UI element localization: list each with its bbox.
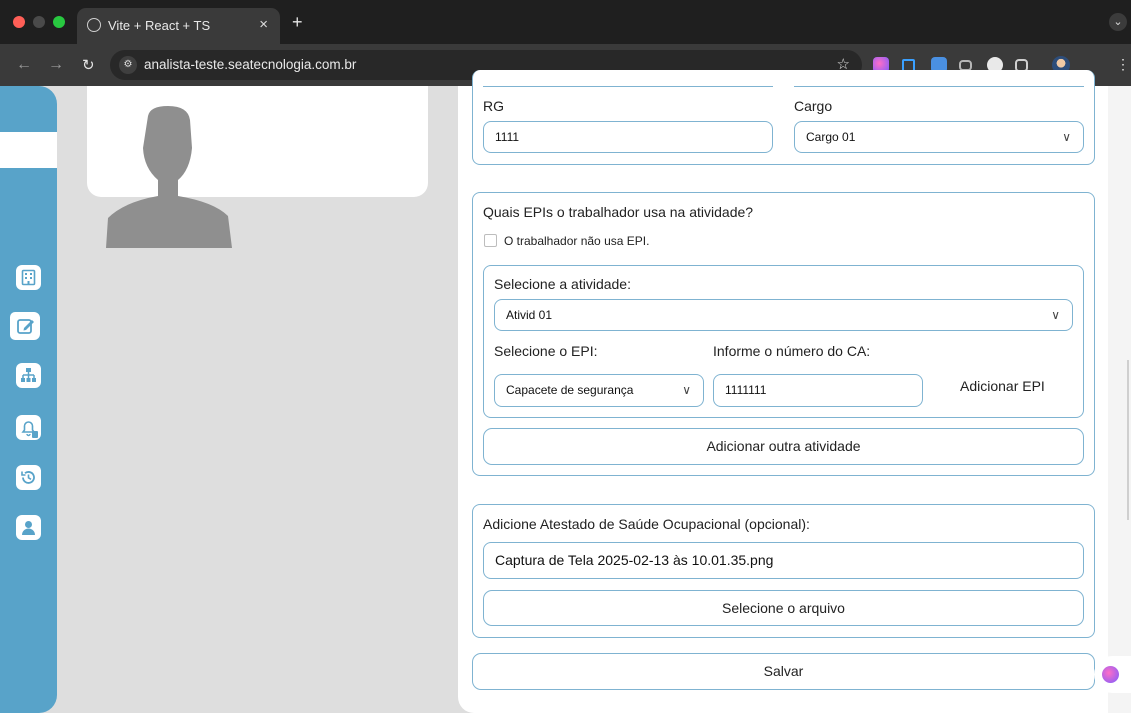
chevron-down-icon: ∨ [1062,130,1071,144]
previous-field-bottom [483,86,773,87]
sidebar-item-notifications[interactable] [16,415,41,440]
tab-close-icon[interactable]: × [259,16,268,33]
add-activity-button[interactable]: Adicionar outra atividade [483,428,1084,465]
cargo-label: Cargo [794,98,833,114]
activity-label: Selecione a atividade: [494,276,631,292]
scrollbar-thumb[interactable] [1127,360,1129,520]
sidebar-item-history[interactable] [16,465,41,490]
previous-field-bottom [794,86,1084,87]
save-button[interactable]: Salvar [472,653,1095,690]
browser-tab-bar: Vite + React + TS × + ⌄ [0,0,1131,44]
floating-extension-button[interactable] [1094,656,1131,693]
address-url: analista-teste.seatecnologia.com.br [144,57,357,72]
maximize-window-icon[interactable] [53,16,65,28]
sidebar-item-edit[interactable] [10,312,40,340]
aso-file-name: Captura de Tela 2025-02-13 às 10.01.35.p… [483,542,1084,579]
epi-select[interactable]: Capacete de segurança ∨ [494,374,704,407]
history-icon [21,471,35,484]
sidebar-divider [0,132,57,168]
close-window-icon[interactable] [13,16,25,28]
browser-menu-icon[interactable]: ⋮ [1116,56,1130,73]
sidebar-item-profile[interactable] [16,515,41,540]
chevron-down-icon: ∨ [1051,308,1060,322]
tab-title: Vite + React + TS [108,18,211,33]
minimize-window-icon[interactable] [33,16,45,28]
rg-label: RG [483,98,504,114]
building-icon [21,269,36,286]
no-epi-label: O trabalhador não usa EPI. [504,234,650,248]
epi-select-value: Capacete de segurança [506,383,634,397]
browser-tab[interactable]: Vite + React + TS × [77,8,280,44]
site-settings-icon[interactable]: ⚙ [119,56,137,74]
activity-select[interactable]: Ativid 01 ∨ [494,299,1073,331]
aso-label: Adicione Atestado de Saúde Ocupacional (… [483,516,810,532]
edit-icon [17,319,34,334]
no-epi-checkbox[interactable] [484,234,497,247]
globe-icon [87,18,101,32]
ca-label: Informe o número do CA: [713,343,871,359]
reload-icon[interactable]: ↻ [82,56,95,74]
sidebar-item-companies[interactable] [16,265,41,290]
chevron-down-icon: ∨ [682,383,691,397]
brain-extension-icon [1102,666,1119,683]
back-icon[interactable]: ← [16,56,32,74]
epi-question: Quais EPIs o trabalhador usa na atividad… [483,204,754,220]
cargo-select-value: Cargo 01 [806,130,856,144]
select-file-button[interactable]: Selecione o arquivo [483,590,1084,626]
new-tab-button[interactable]: + [292,12,303,33]
ca-input[interactable]: 1111111 [713,374,923,407]
sidebar-item-organization[interactable] [16,363,41,388]
activity-select-value: Ativid 01 [506,308,553,322]
add-epi-button[interactable]: Adicionar EPI [960,378,1045,394]
app-sidebar [0,86,57,713]
screen: Vite + React + TS × + ⌄ ← → ↻ ⚙ analista… [0,0,1131,713]
cargo-select[interactable]: Cargo 01 ∨ [794,121,1084,153]
bell-document-icon [21,421,38,438]
user-icon [22,521,35,535]
rg-input[interactable]: 1111 [483,121,773,153]
tab-search-icon[interactable]: ⌄ [1109,13,1127,31]
org-chart-icon [21,368,36,382]
avatar-placeholder-icon [106,106,232,248]
epi-select-label: Selecione o EPI: [494,343,598,359]
forward-icon[interactable]: → [48,56,64,74]
